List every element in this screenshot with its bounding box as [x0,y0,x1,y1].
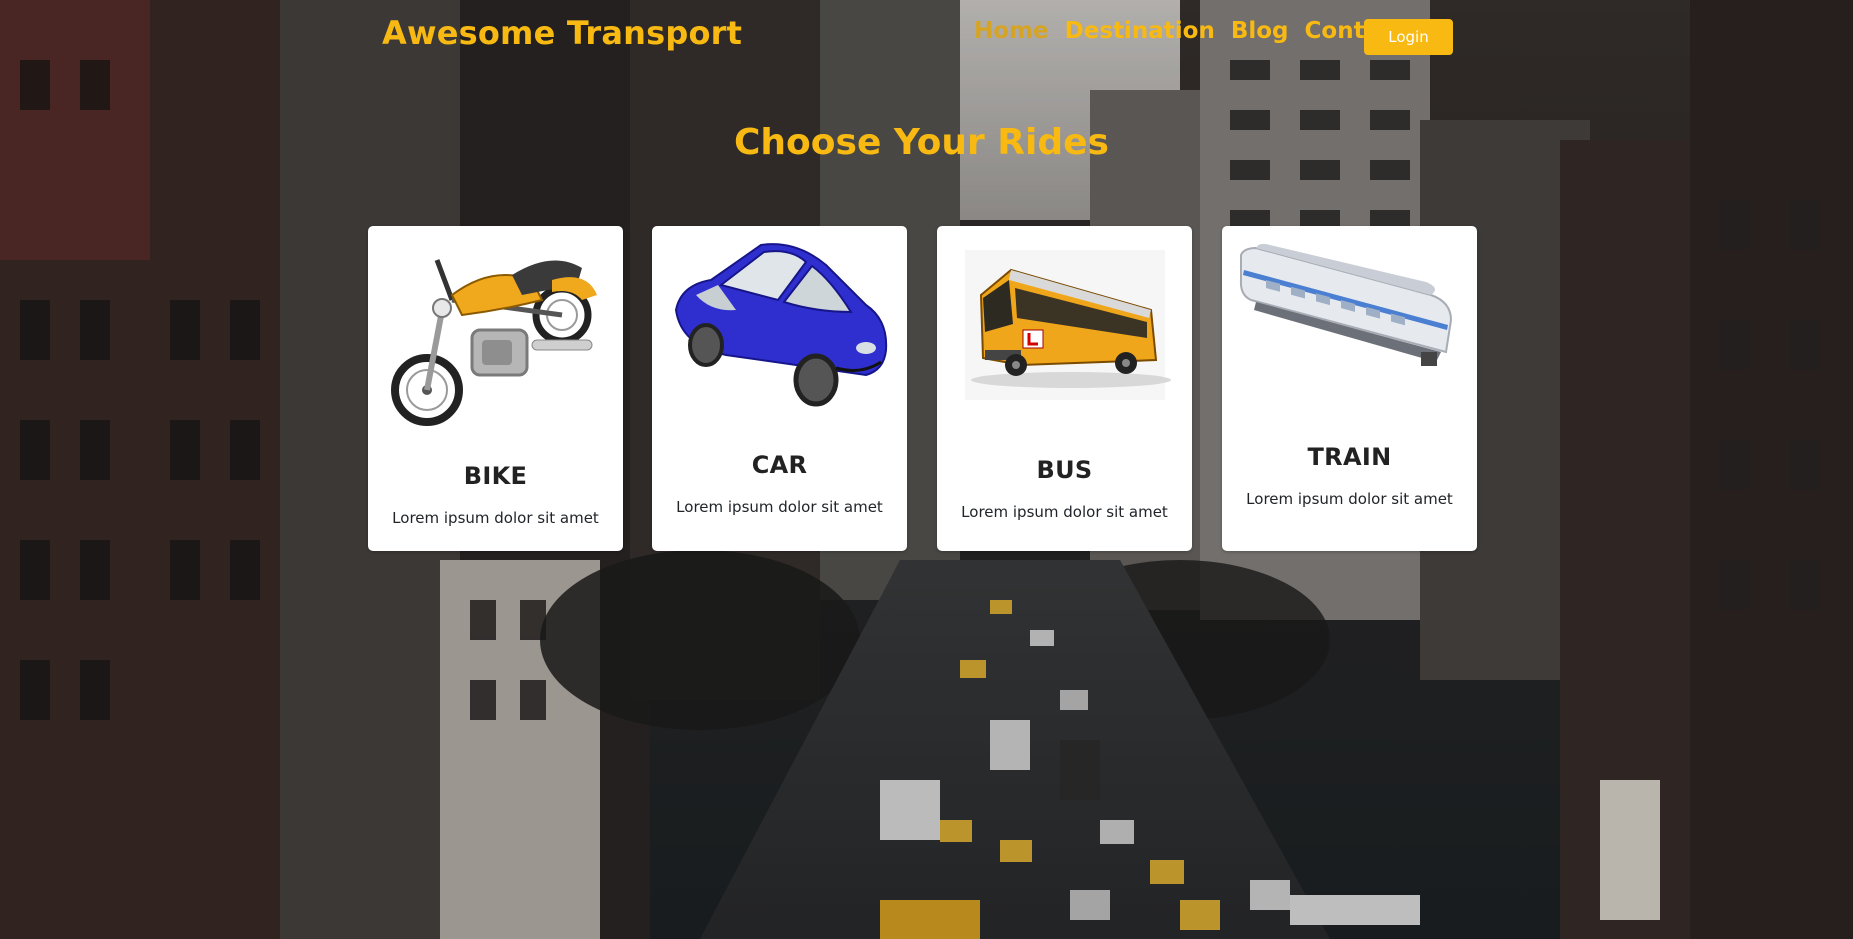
card-text: Lorem ipsum dolor sit amet [961,503,1168,521]
card-text: Lorem ipsum dolor sit amet [392,509,599,527]
nav-link-blog[interactable]: Blog [1231,18,1289,44]
motorcycle-image [382,240,609,430]
ride-card-bike[interactable]: BIKE Lorem ipsum dolor sit amet [368,226,623,551]
card-text: Lorem ipsum dolor sit amet [1246,490,1453,508]
login-button[interactable]: Login [1364,19,1453,55]
card-title: BUS [1036,456,1093,484]
train-carriage-image [1236,240,1463,430]
card-title: CAR [751,451,808,479]
site-brand[interactable]: Awesome Transport [382,14,742,52]
section-title: Choose Your Rides [734,122,1109,163]
main-nav: Home Destination Blog Contact [974,18,1405,44]
nav-link-home[interactable]: Home [974,18,1049,44]
nav-link-destination[interactable]: Destination [1065,18,1215,44]
car-image [666,240,893,430]
card-title: TRAIN [1307,443,1392,471]
card-title: BIKE [463,462,528,490]
bus-image [951,240,1178,430]
ride-card-bus[interactable]: BUS Lorem ipsum dolor sit amet [937,226,1192,551]
page: Awesome Transport Home Destination Blog … [0,0,1853,939]
card-text: Lorem ipsum dolor sit amet [676,498,883,516]
ride-card-car[interactable]: CAR Lorem ipsum dolor sit amet [652,226,907,551]
ride-card-train[interactable]: TRAIN Lorem ipsum dolor sit amet [1222,226,1477,551]
